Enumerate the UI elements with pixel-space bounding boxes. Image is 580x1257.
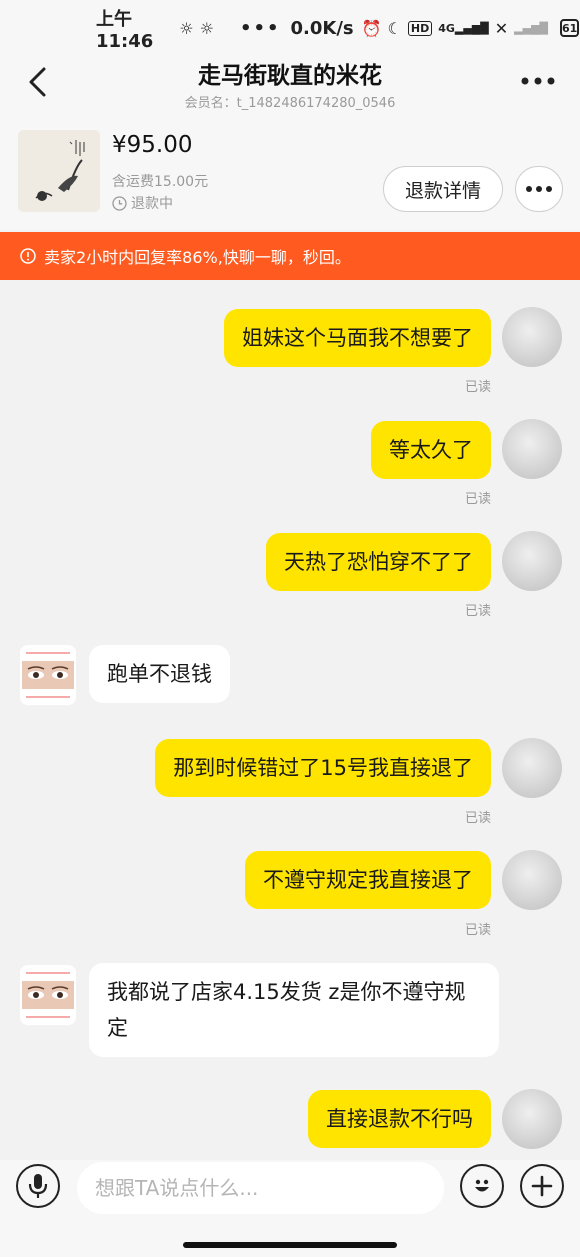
seller-avatar-image (20, 645, 76, 705)
hd-icon: HD (407, 20, 433, 36)
home-indicator[interactable] (183, 1242, 397, 1248)
member-name: 会员名：t_1482486174280_0546 (184, 96, 396, 111)
more-button[interactable] (516, 66, 560, 96)
alarm-icon: ⏰ (361, 18, 382, 38)
read-receipt: 已读 (464, 923, 491, 938)
read-receipt: 已读 (464, 811, 491, 826)
message-bubble-incoming[interactable]: 跑单不退钱 (89, 645, 230, 703)
notice-text: 卖家2小时内回复率86%,快聊一聊，秒回。 (44, 248, 351, 267)
message-bubble-outgoing[interactable]: 姐妹这个马面我不想要了 (224, 309, 491, 367)
product-thumbnail[interactable] (18, 130, 100, 212)
weather-icon: ☼ (179, 18, 194, 38)
message-input[interactable] (77, 1162, 444, 1214)
more-actions-button[interactable] (520, 1164, 564, 1208)
voice-button[interactable] (16, 1164, 60, 1208)
my-avatar[interactable] (502, 531, 562, 591)
read-receipt: 已读 (464, 604, 491, 619)
read-receipt: 已读 (464, 380, 491, 395)
seller-avatar[interactable] (20, 645, 76, 705)
read-receipt: 已读 (464, 492, 491, 507)
reply-rate-notice[interactable]: 卖家2小时内回复率86%,快聊一聊，秒回。 (0, 232, 580, 280)
message-bubble-outgoing[interactable]: 等太久了 (371, 421, 491, 479)
message-bubble-incoming[interactable]: 我都说了店家4.15发货 z是你不遵守规定 (89, 963, 499, 1057)
shipping-fee: 含运费15.00元 (112, 174, 209, 190)
smiley-icon (475, 1179, 489, 1192)
message-bubble-outgoing[interactable]: 天热了恐怕穿不了了 (266, 533, 491, 591)
status-time: 上午11:46 (96, 8, 154, 52)
message-bubble-outgoing[interactable]: 直接退款不行吗 (308, 1090, 491, 1148)
plus-icon (531, 1175, 553, 1197)
chat-header: 走马街耿直的米花 会员名：t_1482486174280_0546 (0, 56, 580, 116)
more-notifications-icon: ••• (239, 17, 281, 39)
seller-avatar-image (20, 965, 76, 1025)
more-dots-icon (521, 77, 555, 85)
painting-image (18, 130, 100, 212)
chat-messages[interactable]: 姐妹这个马面我不想要了 已读 等太久了 已读 天热了恐怕穿不了了 已读 跑单不退… (0, 280, 580, 1160)
signal-icon: 4G▂▄▆█ (438, 21, 489, 35)
weather-icon-2: ☼ (199, 18, 214, 38)
refund-status-label: 退款中 (131, 196, 173, 212)
my-avatar[interactable] (502, 738, 562, 798)
my-avatar[interactable] (502, 419, 562, 479)
input-bar (0, 1160, 580, 1257)
network-speed: 0.0K/s (290, 17, 354, 39)
wifi-off-icon: ✕ (494, 18, 509, 38)
emoji-button[interactable] (460, 1164, 504, 1208)
product-card[interactable]: ¥95.00 含运费15.00元 退款中 退款详情 (0, 116, 580, 230)
page-title: 走马街耿直的米花 (198, 63, 382, 89)
product-price: ¥95.00 (112, 132, 193, 158)
my-avatar[interactable] (502, 307, 562, 367)
signal-2-icon: ▂▄▆█ (514, 21, 549, 35)
my-avatar[interactable] (502, 1089, 562, 1149)
info-icon (20, 248, 36, 264)
moon-icon: ☾ (387, 18, 402, 38)
refund-details-button[interactable]: 退款详情 (383, 166, 503, 212)
battery-icon: 61 (560, 19, 580, 37)
message-bubble-outgoing[interactable]: 不遵守规定我直接退了 (245, 851, 491, 909)
network-type: 4G (438, 21, 455, 35)
more-dots-icon (526, 186, 552, 192)
battery-level: 61 (562, 21, 578, 35)
card-more-button[interactable] (515, 166, 563, 212)
message-bubble-outgoing[interactable]: 那到时候错过了15号我直接退了 (155, 739, 491, 797)
refund-status: 退款中 (112, 193, 173, 213)
microphone-icon (28, 1174, 48, 1198)
seller-avatar[interactable] (20, 965, 76, 1025)
status-bar: 上午11:46 ☼ ☼ ••• 0.0K/s ⏰ ☾ HD 4G▂▄▆█ ✕ ▂… (0, 0, 580, 56)
clock-icon (112, 195, 127, 211)
my-avatar[interactable] (502, 850, 562, 910)
